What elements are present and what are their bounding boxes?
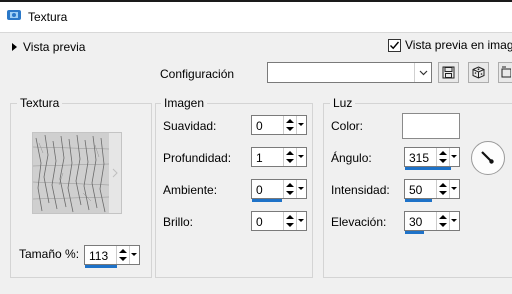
value-slider-bar[interactable] — [405, 167, 451, 170]
up-down-arrows-icon[interactable] — [283, 116, 296, 134]
up-down-arrows-icon[interactable] — [436, 180, 449, 198]
spinner-value[interactable]: 50 — [409, 183, 422, 197]
ambient-label: Ambiente: — [163, 183, 218, 197]
spinner-value[interactable]: 113 — [89, 249, 108, 263]
title-bar — [0, 2, 512, 32]
spinner-value[interactable]: 0 — [256, 119, 263, 133]
dropdown-arrow-icon[interactable] — [296, 148, 306, 166]
texture-size-label: Tamaño %: — [19, 247, 80, 261]
brightness-spinner[interactable]: 0 — [251, 211, 307, 231]
light-color-swatch[interactable] — [402, 113, 460, 139]
up-down-arrows-icon[interactable] — [116, 246, 129, 264]
angle-dial[interactable] — [470, 140, 506, 176]
up-down-arrows-icon[interactable] — [283, 148, 296, 166]
brightness-label: Brillo: — [163, 215, 194, 229]
angle-spinner[interactable]: 315 — [404, 147, 460, 170]
dropdown-arrow-icon[interactable] — [449, 148, 459, 166]
up-down-arrows-icon[interactable] — [436, 212, 449, 230]
value-slider-bar[interactable] — [405, 231, 424, 234]
dice-icon — [472, 66, 485, 79]
random-preset-button[interactable] — [468, 62, 489, 83]
save-preset-button[interactable] — [438, 62, 459, 83]
depth-spinner[interactable]: 1 — [251, 147, 307, 167]
texture-size-spinner[interactable]: 113 — [84, 245, 140, 268]
value-slider-bar[interactable] — [85, 265, 118, 268]
dropdown-arrow-icon[interactable] — [296, 180, 306, 198]
chevron-down-icon[interactable] — [414, 63, 431, 82]
dropdown-arrow-icon[interactable] — [296, 116, 306, 134]
reset-icon — [501, 66, 511, 78]
elevation-label: Elevación: — [331, 215, 387, 229]
softness-label: Suavidad: — [163, 119, 217, 133]
checkbox-box[interactable] — [388, 38, 401, 52]
spinner-value[interactable]: 0 — [256, 183, 263, 197]
texture-preview-image — [33, 133, 121, 213]
angle-dial-icon — [471, 141, 505, 175]
reset-button[interactable] — [498, 62, 512, 83]
app-icon — [6, 7, 22, 23]
dropdown-arrow-icon[interactable] — [449, 212, 459, 230]
config-label: Configuración — [160, 67, 235, 81]
checkmark-icon — [390, 41, 400, 49]
up-down-arrows-icon[interactable] — [283, 212, 296, 230]
dropdown-arrow-icon[interactable] — [296, 212, 306, 230]
image-group-label: Imagen — [161, 96, 208, 110]
depth-label: Profundidad: — [163, 151, 232, 165]
expand-arrow-icon — [12, 43, 17, 51]
up-down-arrows-icon[interactable] — [283, 180, 296, 198]
spinner-value[interactable]: 1 — [256, 151, 263, 165]
preview-toggle-label: Vista previa — [23, 40, 86, 54]
image-preview-label: Vista previa en imagen — [405, 38, 512, 52]
value-slider-bar[interactable] — [252, 199, 282, 202]
spinner-value[interactable]: 30 — [409, 215, 422, 229]
ambient-spinner[interactable]: 0 — [251, 179, 307, 202]
texture-group-label: Textura — [17, 96, 63, 110]
dropdown-arrow-icon[interactable] — [129, 246, 139, 264]
texture-preview-frame[interactable] — [32, 132, 122, 214]
color-label: Color: — [331, 119, 364, 133]
softness-spinner[interactable]: 0 — [251, 115, 307, 135]
window-title: Textura — [28, 10, 68, 24]
light-group-label: Luz — [330, 96, 356, 110]
spinner-value[interactable]: 0 — [256, 215, 263, 229]
dropdown-arrow-icon[interactable] — [449, 180, 459, 198]
up-down-arrows-icon[interactable] — [436, 148, 449, 166]
floppy-disk-icon — [442, 66, 455, 79]
angle-label: Ángulo: — [331, 151, 372, 165]
elevation-spinner[interactable]: 30 — [404, 211, 460, 234]
image-preview-checkbox[interactable]: Vista previa en imagen — [388, 38, 512, 52]
config-combobox[interactable] — [267, 62, 432, 83]
preview-toggle[interactable]: Vista previa — [12, 39, 85, 55]
title-separator — [0, 32, 512, 33]
value-slider-bar[interactable] — [405, 199, 432, 202]
intensity-spinner[interactable]: 50 — [404, 179, 460, 202]
spinner-value[interactable]: 315 — [409, 151, 429, 165]
intensity-label: Intensidad: — [331, 183, 390, 197]
